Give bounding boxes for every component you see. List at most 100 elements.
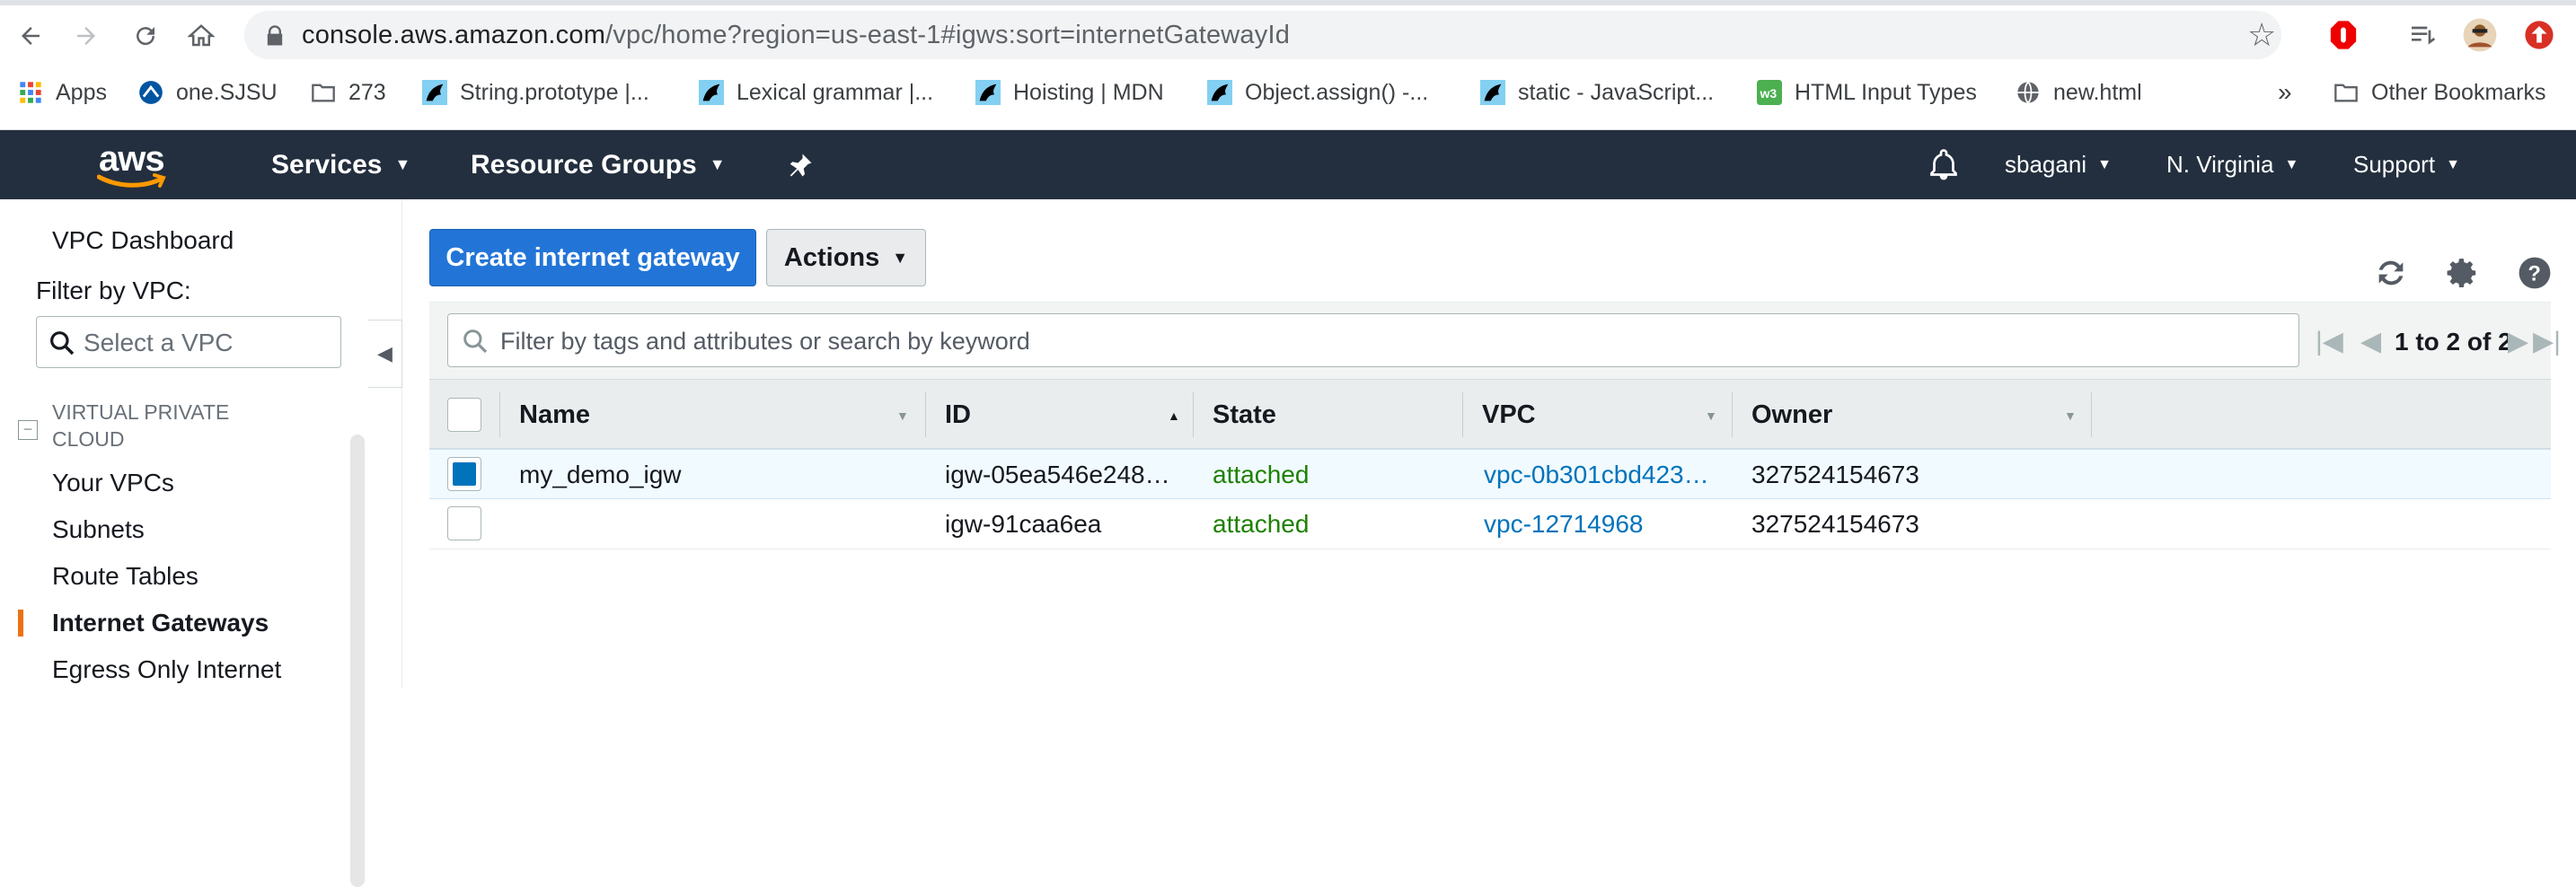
- sidebar-collapse-toggle[interactable]: ◀: [368, 320, 402, 388]
- prev-page-icon[interactable]: ◀: [2360, 326, 2381, 357]
- table-search-input[interactable]: Filter by tags and attributes or search …: [447, 313, 2299, 367]
- profile-avatar-icon[interactable]: [2461, 16, 2499, 54]
- sidebar-item-vpc-dashboard[interactable]: VPC Dashboard: [52, 226, 234, 255]
- sort-caret-icon[interactable]: ▼: [2064, 408, 2077, 423]
- bookmark-new-html[interactable]: new.html: [2016, 70, 2142, 115]
- svg-text:?: ?: [2527, 262, 2541, 286]
- bookmark-apps[interactable]: Apps: [18, 70, 107, 115]
- column-header-id[interactable]: ID: [945, 380, 971, 450]
- sort-caret-icon[interactable]: ▼: [896, 408, 909, 423]
- column-header-vpc[interactable]: VPC: [1482, 380, 1536, 450]
- sort-caret-icon[interactable]: ▼: [1705, 408, 1717, 423]
- browser-chrome: console.aws.amazon.com/vpc/home?region=u…: [0, 0, 2576, 130]
- url-path: /vpc/home?region=us-east-1#igws:sort=int…: [605, 21, 1291, 49]
- row-checkbox[interactable]: [447, 506, 481, 540]
- bookmark-one-sjsu[interactable]: one.SJSU: [138, 70, 278, 115]
- resource-groups-menu[interactable]: Resource Groups ▼: [471, 130, 726, 199]
- column-separator: [499, 392, 500, 437]
- pagination-text: 1 to 2 of 2: [2395, 328, 2512, 356]
- bookmark-label: String.prototype |...: [460, 79, 649, 105]
- section-title-line-1: VIRTUAL PRIVATE: [52, 400, 230, 424]
- chevron-down-icon: ▼: [2446, 156, 2460, 172]
- sidebar-item-subnets[interactable]: Subnets: [52, 515, 145, 544]
- create-internet-gateway-button[interactable]: Create internet gateway: [429, 229, 756, 286]
- search-placeholder: Filter by tags and attributes or search …: [500, 328, 1030, 355]
- region-menu[interactable]: N. Virginia ▼: [2166, 130, 2298, 199]
- account-label: sbagani: [2005, 151, 2087, 178]
- table-row[interactable]: igw-91caa6ea attached vpc-12714968 32752…: [429, 499, 2551, 549]
- section-title-line-2: CLOUD: [52, 427, 125, 451]
- bookmark-label: HTML Input Types: [1795, 79, 1977, 105]
- reading-list-icon[interactable]: [2404, 16, 2441, 54]
- services-menu[interactable]: Services ▼: [271, 130, 410, 199]
- lock-icon: [267, 25, 283, 46]
- bookmark-folder-273[interactable]: 273: [311, 70, 386, 115]
- search-icon: [50, 331, 75, 356]
- folder-icon: [2334, 83, 2358, 102]
- cell-id: igw-05ea546e248…: [945, 461, 1170, 488]
- bookmark-label: Apps: [56, 79, 107, 105]
- sidebar-scrollbar[interactable]: [350, 435, 365, 887]
- folder-icon: [312, 83, 335, 102]
- select-all-checkbox[interactable]: [447, 398, 481, 432]
- account-menu[interactable]: sbagani ▼: [2005, 130, 2112, 199]
- bookmark-static-javascript[interactable]: static - JavaScript...: [1480, 70, 1714, 115]
- sidebar-item-internet-gateways[interactable]: Internet Gateways: [52, 609, 269, 637]
- bookmark-star-icon[interactable]: ☆: [2247, 16, 2276, 54]
- url-host: console.aws.amazon.com: [302, 21, 606, 49]
- support-label: Support: [2353, 151, 2436, 178]
- update-arrow-icon[interactable]: [2520, 16, 2558, 54]
- vpc-select-input[interactable]: Select a VPC: [36, 316, 341, 368]
- column-header-owner[interactable]: Owner: [1751, 380, 1832, 450]
- cell-name: my_demo_igw: [519, 461, 682, 488]
- column-separator: [1462, 392, 1463, 437]
- aws-logo[interactable]: aws: [93, 136, 180, 191]
- home-icon[interactable]: [181, 16, 221, 56]
- chevron-down-icon: ▼: [2284, 156, 2299, 172]
- sidebar-item-route-tables[interactable]: Route Tables: [52, 562, 198, 591]
- mdn-icon: [1207, 80, 1232, 105]
- collapse-section-icon[interactable]: −: [18, 420, 38, 440]
- sidebar-item-your-vpcs[interactable]: Your VPCs: [52, 469, 174, 497]
- pin-icon[interactable]: [787, 130, 814, 199]
- next-page-icon[interactable]: ▶: [2508, 326, 2528, 357]
- url-text: console.aws.amazon.com/vpc/home?region=u…: [302, 21, 1290, 50]
- support-menu[interactable]: Support ▼: [2353, 130, 2460, 199]
- sidebar-item-egress-only[interactable]: Egress Only Internet: [52, 655, 281, 684]
- first-page-icon[interactable]: |◀: [2316, 326, 2343, 357]
- pagination: |◀ ◀ 1 to 2 of 2 ▶ ▶|: [2316, 303, 2561, 380]
- bell-icon[interactable]: [1928, 130, 1960, 199]
- help-icon[interactable]: ?: [2515, 253, 2554, 293]
- table-header: Name ▼ ID ▲ State VPC ▼ Owner ▼: [429, 379, 2551, 449]
- bookmarks-overflow-button[interactable]: »: [2278, 70, 2292, 115]
- column-header-state[interactable]: State: [1213, 380, 1276, 450]
- column-header-name[interactable]: Name: [519, 380, 590, 450]
- adblock-extension-icon[interactable]: [2325, 16, 2362, 54]
- back-icon[interactable]: [11, 16, 50, 56]
- active-indicator: [18, 610, 23, 637]
- filter-by-vpc-label: Filter by VPC:: [36, 277, 191, 304]
- cell-vpc-link[interactable]: vpc-12714968: [1484, 510, 1721, 539]
- bookmark-object-assign[interactable]: Object.assign() -...: [1207, 70, 1428, 115]
- bookmark-lexical-grammar[interactable]: Lexical grammar |...: [699, 70, 933, 115]
- cell-vpc-link[interactable]: vpc-0b301cbd423…: [1484, 461, 1721, 489]
- table-filter-bar: Filter by tags and attributes or search …: [429, 302, 2561, 380]
- vpc-select-placeholder: Select a VPC: [84, 329, 234, 356]
- refresh-icon[interactable]: [2371, 253, 2411, 293]
- sort-ascending-icon[interactable]: ▲: [1168, 408, 1180, 423]
- bookmark-hoisting[interactable]: Hoisting | MDN: [975, 70, 1164, 115]
- last-page-icon[interactable]: ▶|: [2533, 326, 2561, 357]
- cell-state: attached: [1213, 510, 1310, 538]
- table-row[interactable]: my_demo_igw igw-05ea546e248… attached vp…: [429, 449, 2551, 499]
- bookmark-html-input-types[interactable]: w3 HTML Input Types: [1757, 70, 1977, 115]
- reload-icon[interactable]: [126, 16, 165, 56]
- bookmark-string-prototype[interactable]: String.prototype |...: [422, 70, 649, 115]
- row-checkbox[interactable]: [447, 457, 481, 491]
- address-bar[interactable]: console.aws.amazon.com/vpc/home?region=u…: [244, 11, 2281, 59]
- forward-icon[interactable]: [66, 16, 106, 56]
- other-bookmarks[interactable]: Other Bookmarks: [2333, 70, 2546, 115]
- settings-gear-icon[interactable]: [2443, 253, 2483, 293]
- svg-text:w3: w3: [1760, 86, 1778, 101]
- sidebar-divider: [368, 199, 402, 688]
- actions-button[interactable]: Actions ▼: [766, 229, 926, 286]
